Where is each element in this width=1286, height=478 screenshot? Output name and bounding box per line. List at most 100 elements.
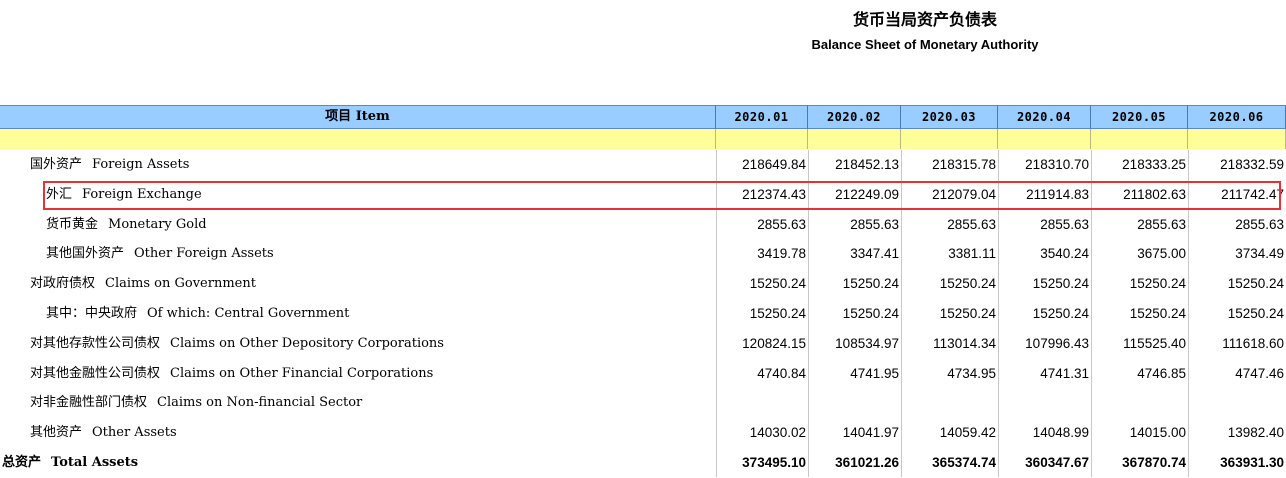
value-cell: 15250.24 [842, 276, 899, 292]
row-label-cn: 货币黄金 [46, 216, 99, 232]
value-cell: 15250.24 [749, 306, 806, 321]
period-header: 2020.04 [998, 105, 1091, 129]
value-cell: 120824.15 [742, 335, 806, 351]
value-cell: 14015.00 [1129, 425, 1186, 441]
row-label-en: Claims on Government [105, 276, 256, 292]
period-header: 2020.02 [808, 105, 901, 129]
value-cell: 15250.24 [939, 306, 996, 321]
table-row: 对其他存款性公司债权 Claims on Other Depository Cor… [0, 329, 1286, 359]
row-label-cn: 对其他金融性公司债权 [30, 365, 161, 381]
period-header: 2020.06 [1188, 105, 1286, 129]
value-cell: 3419.78 [757, 246, 806, 262]
value-cell: 3675.00 [1137, 246, 1186, 262]
row-label: 对政府债权 Claims on Government [30, 269, 256, 299]
value-cell [716, 388, 808, 418]
table-header: 项目 Item 2020.01 2020.02 2020.03 2020.04 … [0, 105, 1286, 129]
row-label-cn: 其他资产 [30, 425, 83, 441]
value-cell: 14041.97 [842, 425, 899, 441]
row-label-en: Foreign Assets [92, 157, 190, 172]
value-cell: 218315.78 [932, 157, 996, 172]
value-cell: 212249.09 [835, 186, 899, 202]
row-label-en: Of which: Central Government [147, 306, 350, 321]
value-cell: 3540.24 [1040, 246, 1089, 262]
value-cell: 218452.13 [835, 157, 899, 172]
value-cell: 4747.46 [1235, 365, 1284, 381]
table-row: 对政府债权 Claims on Government 15250.24 15250.2… [0, 269, 1286, 299]
row-label-cn: 其他国外资产 [46, 246, 125, 262]
page-title-cn: 货币当局资产负债表 [852, 10, 997, 29]
value-cell: 14059.42 [939, 425, 996, 441]
table-row: 货币黄金 Monetary Gold 2855.63 2855.63 2855.63 28… [0, 210, 1286, 240]
value-cell: 212374.43 [742, 186, 806, 202]
value-cell: 361021.26 [835, 455, 899, 470]
value-cell: 2855.63 [850, 216, 899, 232]
value-cell: 211914.83 [1026, 186, 1089, 202]
value-cell: 2855.63 [1137, 216, 1186, 232]
value-cell: 15250.24 [1032, 276, 1089, 292]
row-label-en: Claims on Non-financial Sector [157, 395, 363, 411]
header-spacer-row [0, 129, 1286, 149]
value-cell: 13982.40 [1227, 425, 1284, 441]
row-label-en: Monetary Gold [108, 216, 207, 232]
row-label: 货币黄金 Monetary Gold [46, 210, 207, 240]
value-cell: 15250.24 [749, 276, 806, 292]
value-cell: 373495.10 [742, 455, 806, 470]
value-cell: 2855.63 [1235, 216, 1284, 232]
row-label: 对其他金融性公司债权 Claims on Other Financial Corp… [30, 359, 433, 389]
value-cell: 218333.25 [1122, 157, 1186, 172]
row-label: 其他国外资产 Other Foreign Assets [46, 239, 274, 269]
row-label-en: Claims on Other Financial Corporations [170, 365, 434, 381]
value-cell: 2855.63 [1040, 216, 1089, 232]
row-label-cn: 其中：中央政府 [46, 306, 138, 321]
value-cell [998, 388, 1091, 418]
row-label: 其中：中央政府 Of which: Central Government [46, 299, 349, 329]
value-cell [901, 388, 998, 418]
value-cell: 113014.34 [933, 335, 996, 351]
row-label: 外汇 Foreign Exchange [46, 180, 202, 210]
row-label-cn: 对非金融性部门债权 [30, 395, 148, 411]
value-cell: 15250.24 [842, 306, 899, 321]
row-label-en: Other Assets [92, 425, 177, 441]
row-label: 国外资产 Foreign Assets [30, 150, 189, 180]
value-cell: 212079.04 [932, 186, 996, 202]
value-cell: 363931.30 [1220, 455, 1284, 470]
table-row: 国外资产 Foreign Assets 218649.84 218452.13 2183… [0, 150, 1286, 180]
value-cell: 15250.24 [1227, 276, 1284, 292]
value-cell: 107996.43 [1025, 335, 1089, 351]
row-label-cn: 总资产 [2, 455, 42, 470]
row-label-cn: 国外资产 [30, 157, 83, 172]
table-row: 其中：中央政府 Of which: Central Government 15250… [0, 299, 1286, 329]
row-label-cn: 对其他存款性公司债权 [30, 335, 161, 351]
period-header: 2020.05 [1091, 105, 1188, 129]
value-cell: 15250.24 [1129, 276, 1186, 292]
row-label-cn: 对政府债权 [30, 276, 96, 292]
row-label: 总资产 Total Assets [2, 448, 138, 478]
value-cell: 15250.24 [1227, 306, 1284, 321]
value-cell: 360347.67 [1025, 455, 1089, 470]
value-cell [1188, 388, 1286, 418]
table-row: 对其他金融性公司债权 Claims on Other Financial Corp… [0, 359, 1286, 389]
table-row: 对非金融性部门债权 Claims on Non-financial Sector [0, 388, 1286, 418]
value-cell: 15250.24 [939, 276, 996, 292]
row-label: 对其他存款性公司债权 Claims on Other Depository Cor… [30, 329, 444, 359]
value-cell: 2855.63 [947, 216, 996, 232]
value-cell: 4740.84 [757, 365, 806, 381]
row-label: 对非金融性部门债权 Claims on Non-financial Sector [30, 388, 362, 418]
value-cell: 15250.24 [1129, 306, 1186, 321]
value-cell [808, 388, 901, 418]
row-label-en: Claims on Other Depository Corporations [170, 335, 444, 351]
period-header: 2020.03 [901, 105, 998, 129]
value-cell: 111618.60 [1222, 335, 1284, 351]
value-cell: 3347.41 [850, 246, 899, 262]
table-row: 总资产 Total Assets 373495.10 361021.26 365374.… [0, 448, 1286, 478]
period-header: 2020.01 [716, 105, 808, 129]
value-cell [1091, 388, 1188, 418]
value-cell: 4734.95 [947, 365, 996, 381]
value-cell: 218649.84 [742, 157, 806, 172]
table-row: 外汇 Foreign Exchange 212374.43 212249.09 2120… [0, 180, 1286, 210]
value-cell: 3381.11 [948, 246, 996, 262]
value-cell: 4741.95 [850, 365, 899, 381]
value-cell: 14030.02 [749, 425, 806, 441]
value-cell: 218310.70 [1025, 157, 1089, 172]
value-cell: 2855.63 [757, 216, 806, 232]
